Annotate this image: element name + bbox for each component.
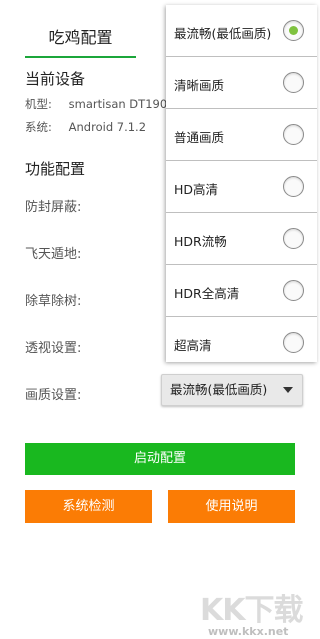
radio-unchecked-icon[interactable] — [283, 72, 304, 93]
quality-option[interactable]: 超高清 — [166, 317, 317, 362]
quality-option-label: HDR流畅 — [174, 234, 227, 249]
device-model-row: 机型: smartisan DT1901A — [25, 96, 182, 112]
system-check-button[interactable]: 系统检测 — [25, 490, 152, 523]
quality-select[interactable]: 最流畅(最低画质) — [161, 374, 303, 406]
quality-option-label: 最流畅(最低画质) — [174, 26, 272, 41]
xray-label: 透视设置: — [25, 341, 82, 356]
device-system-row: 系统: Android 7.1.2 — [25, 119, 146, 135]
remove-grass-label: 除草除树: — [25, 294, 82, 309]
radio-unchecked-icon[interactable] — [283, 280, 304, 301]
quality-option[interactable]: HDR全高清 — [166, 265, 317, 317]
quality-option[interactable]: 清晰画质 — [166, 57, 317, 109]
quality-option-label: 普通画质 — [174, 130, 225, 145]
watermark-logo: KK下载 — [200, 593, 304, 628]
tab-chicken-config[interactable]: 吃鸡配置 — [25, 18, 136, 58]
device-section-title: 当前设备 — [25, 70, 86, 88]
chevron-down-icon — [283, 387, 293, 393]
device-model-key: 机型: — [25, 97, 52, 111]
device-system-key: 系统: — [25, 120, 52, 134]
quality-option-label: 清晰画质 — [174, 78, 225, 93]
usage-help-button[interactable]: 使用说明 — [168, 490, 295, 523]
radio-unchecked-icon[interactable] — [283, 332, 304, 353]
quality-option-label: HDR全高清 — [174, 286, 240, 301]
quality-option[interactable]: HDR流畅 — [166, 213, 317, 265]
fly-label: 飞天遁地: — [25, 247, 82, 262]
start-config-button[interactable]: 启动配置 — [25, 443, 295, 475]
radio-unchecked-icon[interactable] — [283, 124, 304, 145]
quality-option-label: 超高清 — [174, 338, 212, 353]
radio-unchecked-icon[interactable] — [283, 176, 304, 197]
anti-ban-label: 防封屏蔽: — [25, 200, 82, 215]
quality-option[interactable]: 最流畅(最低画质) — [166, 5, 317, 57]
device-system-value: Android 7.1.2 — [68, 120, 147, 134]
quality-option-label: HD高清 — [174, 182, 219, 197]
quality-option[interactable]: 普通画质 — [166, 109, 317, 161]
features-section-title: 功能配置 — [25, 160, 86, 178]
radio-checked-icon[interactable] — [283, 20, 304, 41]
watermark: KK下载 www.kkx.net — [200, 585, 310, 638]
quality-dropdown: 最流畅(最低画质) 清晰画质 普通画质 HD高清 HDR流畅 HDR全高清 超高… — [166, 5, 317, 362]
quality-option[interactable]: HD高清 — [166, 161, 317, 213]
quality-label: 画质设置: — [25, 388, 82, 403]
quality-select-value: 最流畅(最低画质) — [170, 382, 268, 397]
radio-unchecked-icon[interactable] — [283, 228, 304, 249]
